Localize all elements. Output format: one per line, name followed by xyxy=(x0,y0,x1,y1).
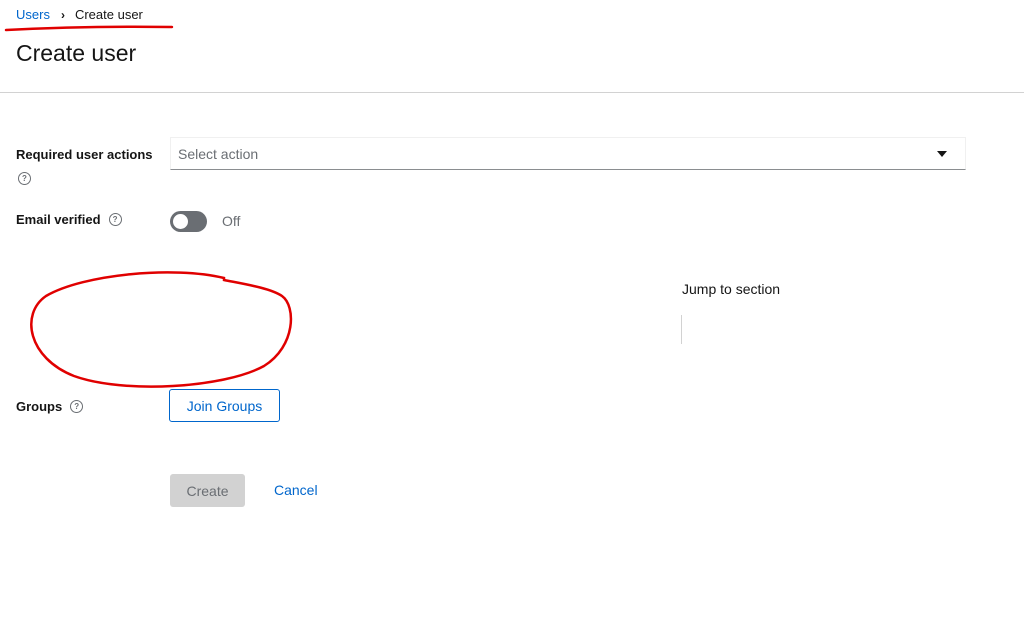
groups-label: Groups ? xyxy=(16,399,84,414)
required-actions-label: Required user actions xyxy=(16,147,153,162)
red-circle-annotation xyxy=(30,271,293,388)
question-circle-icon[interactable]: ? xyxy=(70,400,84,413)
email-verified-label-text: Email verified xyxy=(16,212,101,227)
jump-to-section-title: Jump to section xyxy=(682,281,781,297)
cancel-button[interactable]: Cancel xyxy=(274,482,318,498)
email-verified-label: Email verified ? xyxy=(16,212,122,227)
required-actions-select[interactable]: Select action xyxy=(170,137,966,170)
header-divider xyxy=(0,92,1024,93)
breadcrumb-users-link[interactable]: Users xyxy=(16,7,50,22)
question-circle-icon[interactable]: ? xyxy=(18,172,31,185)
caret-down-icon xyxy=(937,151,947,157)
groups-label-text: Groups xyxy=(16,399,63,414)
red-underline-annotation xyxy=(4,25,174,32)
breadcrumb: Users › Create user xyxy=(16,7,143,22)
page-title: Create user xyxy=(16,40,137,66)
required-actions-label-text: Required user actions xyxy=(16,147,153,162)
create-button[interactable]: Create xyxy=(170,474,245,507)
question-circle-icon[interactable]: ? xyxy=(108,213,122,226)
select-placeholder: Select action xyxy=(178,146,259,162)
email-verified-toggle[interactable] xyxy=(170,211,207,232)
breadcrumb-current: Create user xyxy=(74,7,143,22)
toggle-knob xyxy=(173,214,188,229)
jump-to-section-rail xyxy=(681,315,682,344)
chevron-right-icon: › xyxy=(60,7,65,22)
email-verified-state: Off xyxy=(222,213,241,229)
join-groups-button[interactable]: Join Groups xyxy=(169,389,280,422)
create-user-page: Users › Create user Create user Required… xyxy=(0,0,1024,634)
